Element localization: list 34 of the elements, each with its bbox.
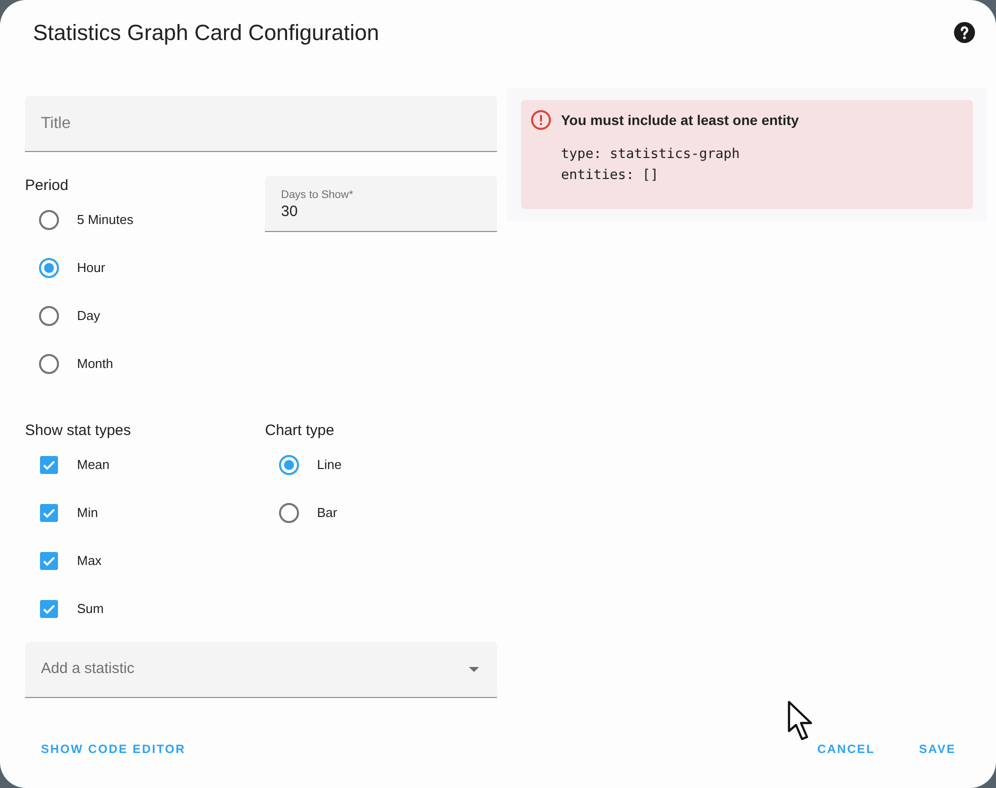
help-icon[interactable] (954, 22, 975, 42)
checkbox[interactable] (40, 504, 58, 522)
statistic-picker[interactable]: Add a statistic (25, 642, 497, 698)
dialog-title: Statistics Graph Card Configuration (33, 18, 380, 47)
radio-button[interactable] (279, 455, 299, 475)
days-to-show-field[interactable]: Days to Show* 30 (265, 176, 497, 232)
option-label[interactable]: 5 Minutes (77, 210, 134, 230)
option-label[interactable]: Month (77, 354, 114, 374)
radio-button[interactable] (279, 503, 299, 523)
option-label[interactable]: Max (77, 551, 102, 571)
option-label[interactable]: Min (77, 503, 98, 523)
radio-button[interactable] (39, 258, 59, 278)
dropdown-caret-icon[interactable] (469, 667, 479, 672)
group-label: Chart type (265, 421, 336, 441)
checkbox[interactable] (40, 456, 58, 474)
option-label[interactable]: Bar (317, 503, 338, 523)
error-title: You must include at least one entity (561, 110, 799, 130)
group-label: Period (25, 176, 70, 196)
checkbox[interactable] (40, 600, 58, 618)
code-line: entities: [] (561, 166, 659, 185)
radio-button[interactable] (39, 306, 59, 326)
option-label[interactable]: Hour (77, 258, 106, 278)
checkbox[interactable] (40, 552, 58, 570)
error-icon (531, 110, 551, 130)
cursor-icon (787, 700, 813, 742)
option-label[interactable]: Sum (77, 599, 104, 619)
option-label[interactable]: Line (317, 455, 342, 475)
radio-button[interactable] (39, 354, 59, 374)
option-label[interactable]: Day (77, 306, 100, 326)
group-label: Show stat types (25, 421, 132, 441)
option-label[interactable]: Mean (77, 455, 110, 475)
code-line: type: statistics-graph (561, 145, 740, 164)
title-field[interactable]: Title (25, 96, 497, 152)
radio-button[interactable] (39, 210, 59, 230)
